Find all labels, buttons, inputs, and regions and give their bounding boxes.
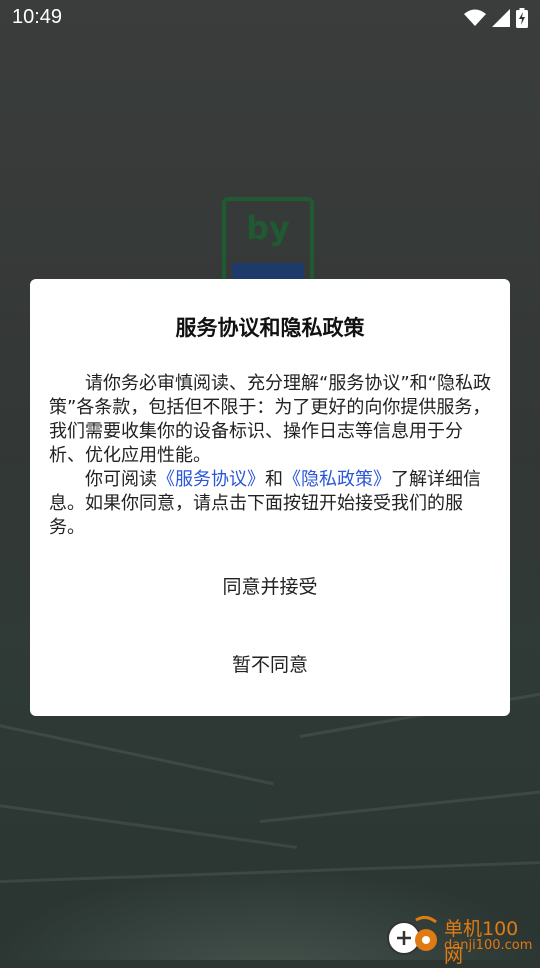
decline-button[interactable]: 暂不同意	[30, 643, 510, 687]
paragraph2-and: 和	[265, 469, 283, 490]
track-line	[0, 861, 540, 883]
track-line	[0, 720, 274, 786]
dialog-paragraph-1: 请你务必审慎阅读、充分理解“服务协议”和“隐私政策”各条款，包括但不限于：为了更…	[49, 373, 491, 466]
battery-charging-icon	[516, 8, 528, 28]
status-icons	[464, 7, 528, 29]
dialog-paragraph-2: 你可阅读《服务协议》和《隐私政策》了解详细信息。如果你同意，请点击下面按钮开始接…	[49, 468, 491, 540]
watermark-line-2: danji100.com	[444, 938, 533, 953]
app-logo: by	[222, 197, 314, 287]
accept-button[interactable]: 同意并接受	[30, 565, 510, 609]
privacy-policy-link[interactable]: 《隐私政策》	[283, 469, 391, 490]
status-time: 10:49	[12, 6, 63, 28]
dialog-title: 服务协议和隐私政策	[175, 316, 365, 340]
privacy-dialog: 服务协议和隐私政策 请你务必审慎阅读、充分理解“服务协议”和“隐私政策”各条款，…	[30, 279, 510, 716]
track-line	[0, 800, 297, 849]
logo-by-mark: by	[246, 209, 290, 247]
paragraph2-prefix: 你可阅读	[85, 469, 157, 490]
wifi-icon	[464, 9, 486, 26]
status-bar: 10:49	[0, 0, 540, 36]
service-agreement-link[interactable]: 《服务协议》	[157, 469, 265, 490]
watermark-logo-icon	[387, 915, 437, 955]
track-line	[259, 786, 540, 823]
dialog-body: 请你务必审慎阅读、充分理解“服务协议”和“隐私政策”各条款，包括但不限于：为了更…	[49, 372, 491, 540]
cell-signal-icon	[492, 9, 510, 27]
watermark: 单机100网 danji100.com	[386, 914, 536, 967]
